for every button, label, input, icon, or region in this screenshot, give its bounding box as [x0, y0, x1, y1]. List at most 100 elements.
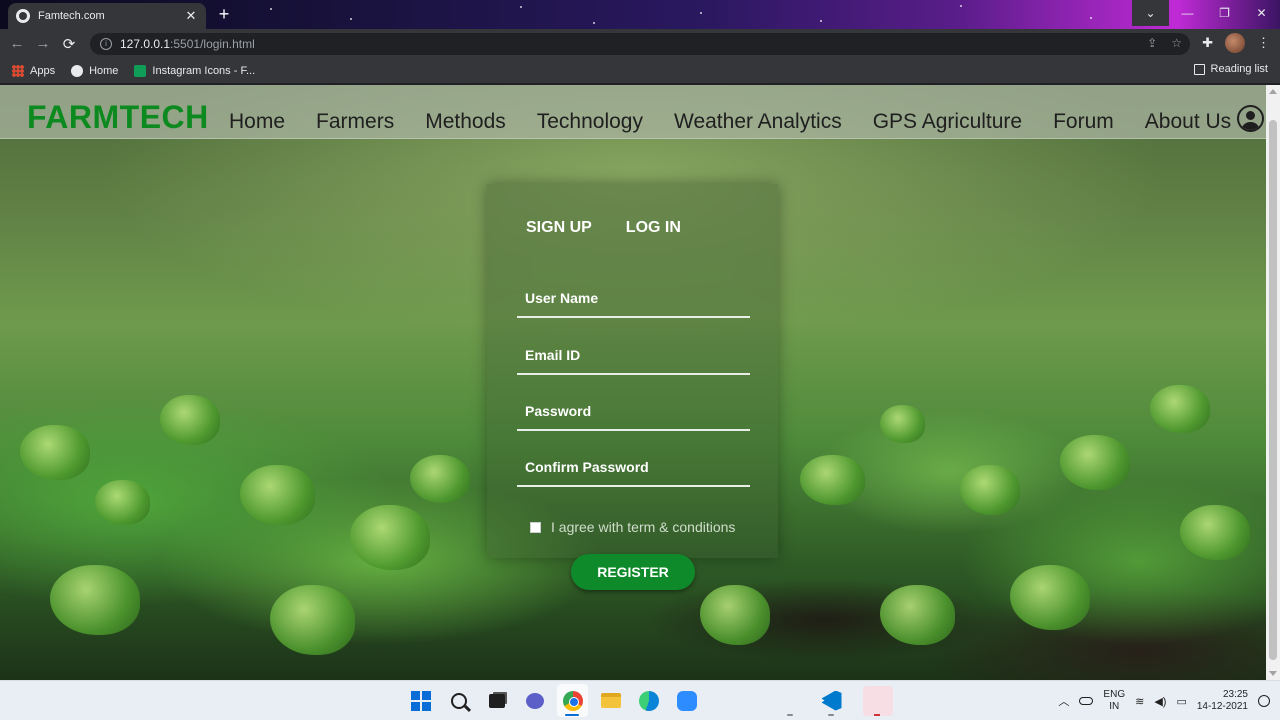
address-bar: ← → ⟳ i 127.0.0.1 :5501/login.html ⇪ ☆ ✚… — [0, 29, 1280, 58]
reading-list-button[interactable]: Reading list — [1193, 63, 1268, 75]
decor-star — [270, 8, 272, 10]
background-sprout — [410, 455, 470, 503]
url-bar[interactable]: i 127.0.0.1 :5501/login.html ⇪ ☆ — [90, 33, 1190, 55]
background-sprout — [1060, 435, 1130, 490]
minimize-button[interactable]: — — [1169, 0, 1206, 26]
start-button[interactable] — [405, 684, 436, 717]
profile-avatar[interactable] — [1225, 33, 1245, 53]
clock[interactable]: 23:25 14-12-2021 — [1197, 689, 1248, 713]
nav-link-technology[interactable]: Technology — [537, 110, 643, 134]
bookmark-favicon-icon — [134, 64, 147, 77]
site-logo[interactable]: FARMTECH — [27, 99, 209, 136]
globe-icon — [16, 9, 30, 23]
clock-time: 23:25 — [1222, 689, 1248, 700]
chrome-taskbar-button[interactable] — [557, 684, 588, 717]
lang-region: IN — [1109, 701, 1120, 712]
background-sprout — [1180, 505, 1250, 560]
extensions-icon[interactable]: ✚ — [1202, 35, 1213, 51]
maximize-button[interactable]: ❐ — [1206, 0, 1243, 26]
zoom-button[interactable] — [671, 684, 702, 717]
edge-button[interactable] — [633, 684, 664, 717]
background-sprout — [1010, 565, 1090, 630]
task-view-button[interactable] — [481, 684, 512, 717]
reading-list-label: Reading list — [1210, 63, 1268, 75]
site-menu: Home Farmers Methods Technology Weather … — [229, 110, 1262, 134]
nav-link-methods[interactable]: Methods — [425, 110, 506, 134]
pinned-app-button[interactable] — [862, 684, 893, 717]
background-sprout — [800, 455, 865, 505]
more-menu-icon[interactable]: ⋮ — [1257, 35, 1270, 51]
window-controls: ⌄ — ❐ ✕ — [1132, 0, 1280, 26]
confirm-password-input[interactable] — [517, 449, 750, 485]
email-input[interactable] — [517, 337, 750, 373]
background-sprout — [960, 465, 1020, 515]
toolbar-right: ✚ ⋮ — [1202, 33, 1270, 53]
app-icon — [862, 685, 893, 716]
new-tab-button[interactable]: + — [214, 5, 234, 25]
page-viewport: FARMTECH Home Farmers Methods Technology… — [0, 85, 1266, 680]
close-window-button[interactable]: ✕ — [1243, 0, 1280, 26]
decor-star — [960, 5, 962, 7]
windows-logo-icon — [410, 690, 431, 711]
site-info-icon[interactable]: i — [100, 38, 112, 50]
decor-star — [350, 18, 352, 20]
scroll-up-arrow-icon[interactable] — [1269, 89, 1277, 94]
bookmark-star-icon[interactable]: ☆ — [1171, 36, 1182, 50]
battery-icon[interactable]: ▭ — [1176, 695, 1186, 708]
share-icon[interactable]: ⇪ — [1147, 36, 1157, 50]
bookmark-instagram-icons[interactable]: Instagram Icons - F... — [134, 64, 255, 77]
nav-link-about-us[interactable]: About Us — [1145, 110, 1231, 134]
signup-card: SIGN UP LOG IN I agree with term & condi… — [487, 184, 778, 558]
windows-taskbar: ︿ ENG IN ≋ ◀) ▭ 23:25 14-12-2021 — [0, 680, 1280, 720]
chevron-up-icon[interactable]: ︿ — [1058, 693, 1069, 709]
background-sprout — [270, 585, 355, 655]
wifi-icon[interactable]: ≋ — [1135, 695, 1144, 708]
user-account-icon[interactable] — [1237, 105, 1264, 132]
nav-link-gps-agriculture[interactable]: GPS Agriculture — [873, 110, 1022, 134]
volume-icon[interactable]: ◀) — [1154, 695, 1166, 708]
register-button[interactable]: REGISTER — [571, 554, 695, 590]
language-indicator[interactable]: ENG IN — [1103, 689, 1125, 713]
email-field-wrapper — [517, 337, 750, 375]
chat-button[interactable] — [519, 684, 550, 717]
edge-icon — [638, 690, 659, 711]
reload-icon[interactable]: ⟳ — [56, 31, 82, 57]
vscode-button[interactable] — [816, 684, 847, 717]
file-explorer-button[interactable] — [595, 684, 626, 717]
notification-icon[interactable] — [1258, 695, 1270, 707]
omnibox-actions: ⇪ ☆ — [1147, 36, 1182, 50]
running-indicator — [787, 714, 793, 716]
search-icon — [450, 692, 467, 709]
nav-link-forum[interactable]: Forum — [1053, 110, 1114, 134]
onedrive-cloud-icon[interactable] — [1079, 697, 1094, 705]
scroll-down-arrow-icon[interactable] — [1269, 671, 1277, 676]
browser-tab[interactable]: Famtech.com ✕ — [8, 3, 206, 29]
apps-grid-icon — [12, 64, 24, 77]
bookmark-apps[interactable]: Apps — [12, 64, 55, 77]
terms-checkbox[interactable] — [530, 521, 541, 533]
tab-sign-up[interactable]: SIGN UP — [526, 219, 592, 237]
chat-icon — [525, 692, 544, 709]
decor-star — [520, 6, 522, 8]
bookmark-home[interactable]: Home — [71, 64, 119, 77]
username-input[interactable] — [517, 280, 750, 316]
nav-link-farmers[interactable]: Farmers — [316, 110, 394, 134]
tab-close-icon[interactable]: ✕ — [184, 8, 198, 24]
reading-list-icon — [1193, 63, 1205, 75]
tab-title: Famtech.com — [38, 10, 105, 22]
tab-search-button[interactable]: ⌄ — [1132, 0, 1169, 26]
clock-date: 14-12-2021 — [1196, 701, 1248, 712]
password-input[interactable] — [517, 393, 750, 429]
bookmark-label: Home — [89, 64, 119, 77]
nav-link-home[interactable]: Home — [229, 110, 285, 134]
forward-icon[interactable]: → — [30, 31, 56, 57]
decor-star — [1090, 17, 1092, 19]
scrollbar-thumb[interactable] — [1269, 120, 1277, 660]
globe-icon — [71, 64, 84, 77]
page-scrollbar[interactable] — [1266, 85, 1280, 680]
background-sprout — [160, 395, 220, 445]
back-icon[interactable]: ← — [4, 31, 30, 57]
tab-log-in[interactable]: LOG IN — [626, 219, 681, 237]
nav-link-weather-analytics[interactable]: Weather Analytics — [674, 110, 842, 134]
taskbar-search-button[interactable] — [443, 684, 474, 717]
